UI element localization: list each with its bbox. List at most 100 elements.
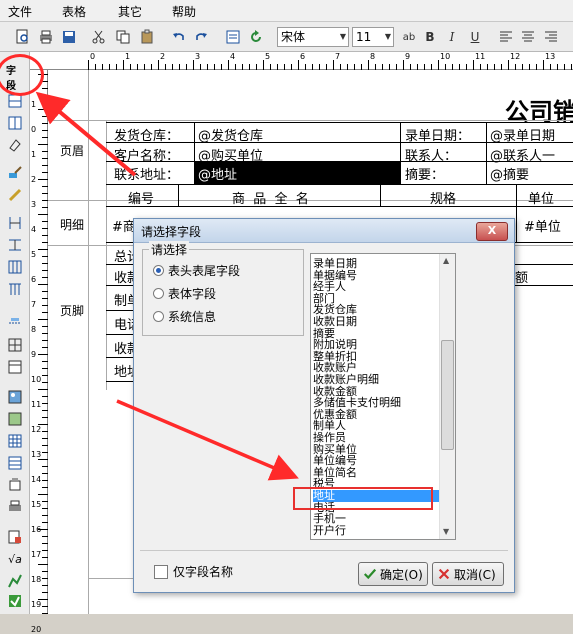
menu-file[interactable]: 文件 [8,3,32,20]
italic-button[interactable]: I [443,28,461,46]
radio-dot[interactable] [153,311,164,322]
ruler-number: 7 [31,300,37,309]
grid-icon[interactable] [6,336,24,354]
ruler-number: 5 [265,52,271,61]
eraser-icon[interactable] [6,136,24,154]
scroll-up-arrow[interactable]: ▲ [443,256,449,265]
align-left-icon[interactable] [497,28,515,46]
highlight-box [293,487,433,510]
refresh-icon[interactable] [247,28,265,46]
ruler-tick [263,60,264,70]
align-right-icon[interactable] [542,28,560,46]
pencil-icon[interactable] [6,186,24,204]
font-name-select[interactable]: 宋体 ▼ [277,27,349,47]
ruler-tick [38,249,48,250]
scroll-down-arrow[interactable]: ▼ [443,527,449,536]
wrap-icon[interactable]: ab [400,28,418,46]
page-setup-icon[interactable] [224,28,242,46]
radio-header-footer-fields[interactable]: 表头表尾字段 [153,262,240,279]
ruler-tick [508,60,509,70]
save-icon[interactable] [60,28,78,46]
close-button[interactable]: X [476,222,508,241]
ruler-number: 10 [440,52,451,61]
radio-dot[interactable] [153,265,164,276]
dialog-titlebar[interactable]: 请选择字段 X [134,219,514,243]
ruler-number: 1 [125,52,131,61]
ruler-number: 18 [31,575,42,584]
horizontal-ruler: 01234567891011121314 [30,52,573,70]
ruler-number: 14 [31,475,42,484]
menu-bar: 文件 表格 其它 帮助 [0,0,573,22]
menu-other[interactable]: 其它 [118,3,142,20]
ruler-number: 3 [31,200,37,209]
ruler-number: 6 [300,52,306,61]
column-width-icon[interactable] [6,214,24,232]
brush-icon[interactable] [6,164,24,182]
ok-button[interactable]: 确定(O) [358,562,428,586]
ruler-tick [38,319,48,320]
row-height-icon[interactable] [6,236,24,254]
chart-icon[interactable] [6,572,24,590]
ruler-number: 3 [195,52,201,61]
stamp-icon[interactable] [6,476,24,494]
table-icon[interactable] [6,358,24,376]
select-field-dialog: 请选择字段 X 请选择 表头表尾字段 表体字段 系统信息 录单日期 单据编号 经手人… [133,218,515,593]
printer-icon[interactable] [6,498,24,516]
ruler-tick [543,60,544,70]
image-icon[interactable] [6,388,24,406]
align-center-icon[interactable] [519,28,537,46]
copy-icon[interactable] [114,28,132,46]
list-icon[interactable] [6,454,24,472]
cut-icon[interactable] [90,28,108,46]
ruler-number: 13 [31,450,42,459]
ruler-number: 20 [31,625,42,634]
ruler-number: 11 [31,400,42,409]
ruler-tick [403,60,404,70]
ruler-number: 12 [31,425,42,434]
ruler-number: 7 [335,52,341,61]
radio-system-info[interactable]: 系统信息 [153,308,216,325]
paste-icon[interactable] [138,28,156,46]
ruler-tick [123,60,124,70]
ruler-number: 2 [160,52,166,61]
insert-col-icon[interactable] [6,114,24,132]
radio-body-fields[interactable]: 表体字段 [153,285,216,302]
list-scrollbar[interactable]: ▲ ▼ [439,254,455,539]
formula-icon[interactable]: √a [6,550,24,568]
barcode-icon[interactable] [6,592,24,610]
field-name-only-checkbox[interactable]: 仅字段名称 [154,563,233,580]
bold-button[interactable]: B [421,28,439,46]
ruler-number: 5 [31,250,37,259]
export-icon[interactable] [6,528,24,546]
print-icon[interactable] [37,28,55,46]
ruler-tick [38,459,48,460]
picture-icon[interactable] [6,410,24,428]
font-size-select[interactable]: 11 ▼ [352,27,394,47]
ruler-number: 15 [31,500,42,509]
ruler-tick [438,60,439,70]
ruler-tick [38,564,48,565]
ruler-number: 13 [545,52,556,61]
ruler-tick [38,354,48,355]
checkbox-box[interactable] [154,564,168,579]
cancel-button[interactable]: 取消(C) [432,562,504,586]
undo-icon[interactable] [170,28,188,46]
list-item[interactable]: 开户行 [313,524,439,537]
menu-table[interactable]: 表格 [62,3,86,20]
menu-help[interactable]: 帮助 [172,3,196,20]
preview-icon[interactable] [14,28,32,46]
merge-cell-icon[interactable] [6,280,24,298]
radio-dot[interactable] [153,288,164,299]
select-group: 请选择 表头表尾字段 表体字段 系统信息 [142,241,304,336]
border-icon[interactable] [6,314,24,332]
split-cell-icon[interactable] [6,258,24,276]
scroll-thumb[interactable] [441,340,454,450]
spreadsheet-icon[interactable] [6,432,24,450]
ruler-number: 8 [31,325,37,334]
redo-icon[interactable] [192,28,210,46]
ruler-number: 9 [405,52,411,61]
underline-button[interactable]: U [466,28,484,46]
ruler-tick [38,389,48,390]
dialog-separator [140,550,508,551]
ruler-number: 10 [31,375,42,384]
